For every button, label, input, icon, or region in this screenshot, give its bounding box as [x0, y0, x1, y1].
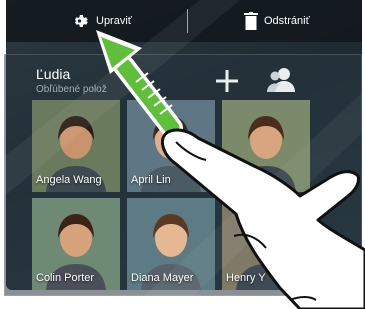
widget-title: Ľudia: [36, 66, 71, 82]
contact-name: Diana Mayer: [131, 272, 194, 284]
contact-tile[interactable]: Angela Wang: [32, 100, 120, 192]
contact-name: Colin Porter: [36, 272, 95, 284]
contact-tile[interactable]: Carter: [222, 100, 310, 192]
contact-tile[interactable]: April Lin: [127, 100, 215, 192]
remove-label: Odstrániť: [264, 15, 310, 27]
trash-icon: [244, 12, 258, 30]
contact-name: Henry Y: [226, 272, 266, 284]
contact-tile[interactable]: Henry Y: [222, 198, 310, 290]
remove-drop-target[interactable]: Odstrániť: [244, 10, 310, 32]
divider: [187, 9, 188, 33]
gear-icon: [74, 15, 88, 27]
contact-tile[interactable]: Diana Mayer: [127, 198, 215, 290]
add-icon[interactable]: [214, 68, 240, 94]
contact-name: Carter: [226, 174, 257, 186]
contact-name: Angela Wang: [36, 174, 102, 186]
contact-name: April Lin: [131, 174, 171, 186]
drop-target-bar: Upraviť Odstrániť: [6, 0, 362, 42]
edit-drop-target[interactable]: Upraviť: [72, 10, 132, 32]
edit-label: Upraviť: [96, 15, 132, 27]
widget-subtitle: Obľúbené polož: [36, 84, 107, 95]
contact-tile[interactable]: Colin Porter: [32, 198, 120, 290]
people-icon[interactable]: [266, 66, 296, 92]
